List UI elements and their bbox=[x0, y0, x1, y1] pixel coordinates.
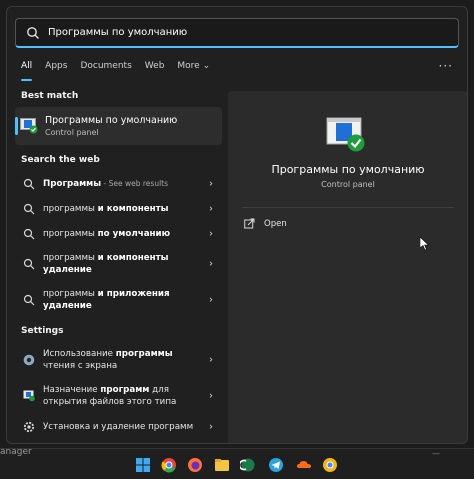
file-explorer-icon[interactable] bbox=[214, 457, 230, 473]
app-icon[interactable] bbox=[240, 457, 256, 473]
section-best-match: Best match bbox=[21, 91, 79, 101]
tab-web[interactable]: Web bbox=[145, 59, 165, 73]
web-result-2[interactable]: программы и компоненты › bbox=[15, 196, 223, 221]
tab-apps[interactable]: Apps bbox=[45, 59, 67, 73]
section-settings: Settings bbox=[21, 326, 64, 336]
web-result-3-bold: по умолчанию bbox=[97, 228, 171, 239]
default-programs-icon bbox=[23, 390, 35, 402]
search-icon bbox=[27, 26, 39, 39]
taskbar-window-label: anager bbox=[0, 447, 32, 457]
best-match-item[interactable]: Программы по умолчанию Control panel bbox=[15, 107, 222, 145]
open-action[interactable]: Open bbox=[244, 218, 287, 229]
tab-all[interactable]: All bbox=[21, 59, 33, 81]
settings-item-add-remove[interactable]: Установка и удаление программ › bbox=[15, 414, 223, 439]
open-external-icon bbox=[244, 218, 255, 229]
tab-more[interactable]: More ⌄ bbox=[177, 59, 210, 73]
web-result-1-bold: Программы bbox=[43, 178, 102, 189]
settings-item-3-pre: Установка и удаление программ bbox=[43, 421, 194, 432]
taskbar-right-indicator: — bbox=[432, 449, 440, 458]
web-result-1[interactable]: Программы - See web results › bbox=[15, 171, 223, 196]
section-search-web: Search the web bbox=[21, 155, 100, 165]
web-result-4[interactable]: программы и компоненты удаление › bbox=[15, 246, 223, 282]
settings-item-1-bold: программы bbox=[115, 349, 173, 359]
settings-item-1-pre: Использование bbox=[43, 349, 116, 359]
web-result-3-rest: программы bbox=[43, 228, 98, 239]
filter-tabs: All Apps Documents Web More ⌄ bbox=[21, 59, 223, 81]
chevron-right-icon: › bbox=[209, 294, 213, 306]
results-list: Best match Программы по умолчанию Contro… bbox=[15, 91, 223, 443]
settings-item-narrator[interactable]: Использование программы чтения с экрана … bbox=[15, 342, 223, 378]
web-result-2-bold: и компоненты bbox=[97, 203, 169, 214]
best-match-sub: Control panel bbox=[45, 128, 99, 137]
search-icon bbox=[23, 294, 35, 306]
preview-subtitle: Control panel bbox=[321, 180, 375, 189]
default-programs-icon bbox=[20, 118, 38, 134]
chevron-right-icon: › bbox=[209, 203, 213, 214]
settings-item-1-post: чтения с экрана bbox=[43, 361, 118, 371]
web-result-5[interactable]: программы и приложения удаление › bbox=[15, 282, 223, 318]
start-search-panel: All Apps Documents Web More ⌄ ··· Best m… bbox=[6, 6, 468, 444]
chevron-right-icon: › bbox=[209, 390, 213, 402]
default-programs-icon bbox=[326, 117, 365, 152]
chevron-right-icon: › bbox=[209, 421, 213, 432]
more-options-button[interactable]: ··· bbox=[439, 59, 453, 73]
windows-start-icon[interactable] bbox=[135, 457, 151, 473]
chrome-icon[interactable] bbox=[161, 457, 177, 473]
chevron-right-icon: › bbox=[209, 258, 213, 270]
web-result-3[interactable]: программы по умолчанию › bbox=[15, 221, 223, 246]
web-result-4-rest: программы bbox=[43, 253, 98, 263]
cloud-app-icon[interactable] bbox=[296, 457, 312, 473]
search-input[interactable] bbox=[48, 27, 428, 38]
telegram-icon[interactable] bbox=[268, 457, 284, 473]
chevron-right-icon: › bbox=[209, 178, 213, 189]
web-result-5-rest: программы bbox=[43, 289, 98, 299]
chevron-down-icon: ⌄ bbox=[202, 61, 211, 71]
settings-item-file-associations[interactable]: Назначение программ для открытия файлов … bbox=[15, 378, 223, 414]
gear-icon bbox=[23, 421, 35, 432]
taskbar: anager — bbox=[0, 447, 474, 479]
search-box[interactable] bbox=[15, 18, 459, 48]
chevron-right-icon: › bbox=[209, 228, 213, 239]
mouse-cursor-icon bbox=[420, 237, 429, 251]
firefox-icon[interactable] bbox=[187, 457, 203, 473]
chevron-right-icon: › bbox=[209, 354, 213, 366]
tab-documents[interactable]: Documents bbox=[80, 59, 131, 73]
narrator-icon bbox=[23, 354, 35, 366]
chrome-canary-icon[interactable] bbox=[322, 457, 338, 473]
divider bbox=[242, 207, 454, 208]
search-icon bbox=[23, 258, 35, 270]
open-label: Open bbox=[264, 218, 287, 229]
preview-pane: Программы по умолчанию Control panel Ope… bbox=[228, 91, 467, 443]
search-icon bbox=[23, 228, 35, 239]
settings-item-2-pre: Назначение bbox=[43, 385, 101, 395]
preview-title: Программы по умолчанию bbox=[271, 163, 425, 176]
search-icon bbox=[23, 203, 35, 214]
settings-item-2-bold: программ bbox=[100, 385, 150, 395]
search-icon bbox=[23, 178, 35, 189]
web-result-2-rest: программы bbox=[43, 203, 98, 214]
best-match-name: Программы по умолчанию bbox=[45, 115, 178, 126]
tab-more-label: More bbox=[177, 61, 200, 71]
web-result-1-hint: - See web results bbox=[101, 178, 169, 188]
